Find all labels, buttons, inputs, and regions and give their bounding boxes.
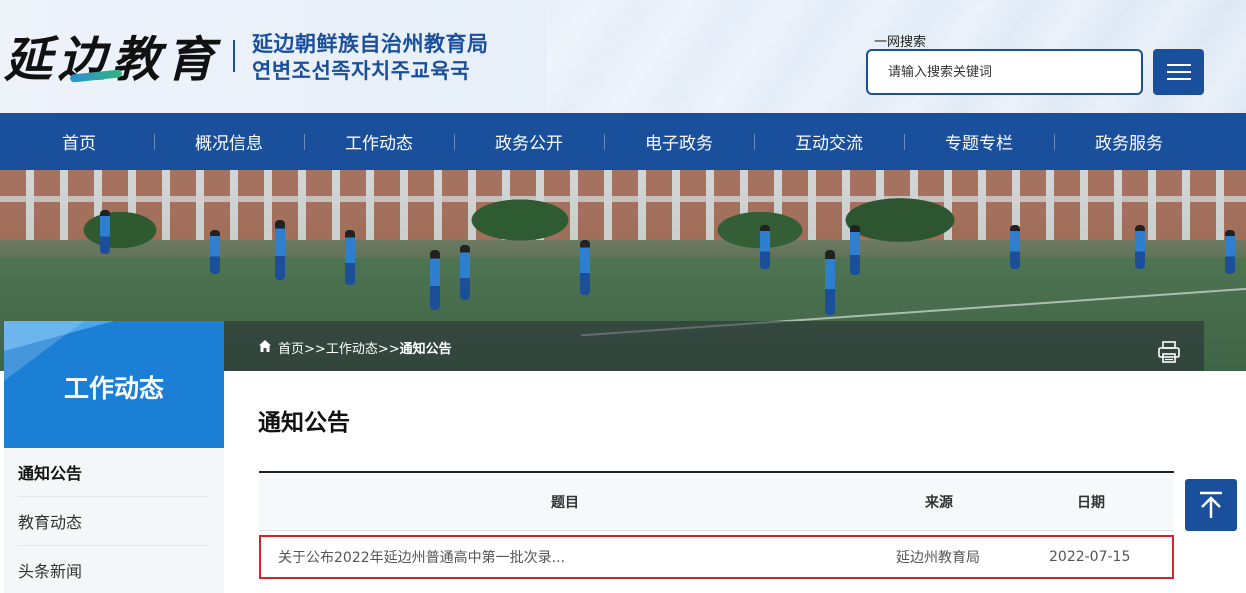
breadcrumb-separator: >> [304, 342, 326, 357]
sidebar-header: 工作动态 [4, 321, 224, 448]
table-header: 题目 来源 日期 [259, 471, 1174, 531]
banner-figure [430, 250, 440, 310]
sidebar-item-education-news[interactable]: 教育动态 [18, 497, 208, 546]
logo-divider [233, 40, 235, 72]
banner-figure [275, 220, 285, 280]
nav-item-gov-services[interactable]: 政务服务 [1054, 113, 1204, 170]
banner-figure [1225, 230, 1235, 274]
search-input[interactable] [868, 51, 1141, 93]
nav-item-special-topics[interactable]: 专题专栏 [904, 113, 1054, 170]
search-box [866, 49, 1143, 95]
banner-trees [0, 190, 1246, 260]
table-row[interactable]: 关于公布2022年延边州普通高中第一批次录... 延边州教育局 2022-07-… [259, 535, 1174, 579]
column-header-date: 日期 [1077, 495, 1105, 511]
nav-item-gov-affairs-open[interactable]: 政务公开 [454, 113, 604, 170]
row-title-link[interactable]: 关于公布2022年延边州普通高中第一批次录... [278, 537, 565, 577]
nav-item-home[interactable]: 首页 [4, 113, 154, 170]
row-date: 2022-07-15 [1049, 549, 1131, 565]
column-header-source: 来源 [925, 495, 953, 511]
banner-figure [100, 210, 110, 254]
banner-figure [1135, 225, 1145, 269]
row-source: 延边州教育局 [896, 550, 980, 566]
nav-item-e-gov[interactable]: 电子政务 [604, 113, 754, 170]
logo-calligraphy-text: 延边教育 [4, 32, 221, 88]
banner-figure [760, 225, 770, 269]
breadcrumb-section[interactable]: 工作动态 [326, 342, 378, 357]
breadcrumb-separator: >> [377, 342, 400, 357]
menu-button[interactable] [1153, 49, 1204, 95]
home-icon[interactable] [258, 339, 272, 353]
breadcrumb-home[interactable]: 首页 [278, 342, 304, 357]
sidebar-title: 工作动态 [63, 374, 164, 403]
sidebar-menu: 通知公告 教育动态 头条新闻 [4, 448, 224, 593]
nav-item-interaction[interactable]: 互动交流 [754, 113, 904, 170]
search-label: 一网搜索 [874, 35, 927, 50]
sidebar-item-headlines[interactable]: 头条新闻 [18, 546, 208, 593]
org-name-chinese: 延边朝鲜族自治州教育局 [252, 32, 489, 56]
hamburger-icon-line [1166, 71, 1191, 73]
site-logo[interactable]: 延边教育 [4, 20, 220, 90]
site-header: 延边教育 延边朝鲜族自治州教育局 연변조선족자치주교육국 一网搜索 [0, 0, 1246, 113]
org-name-korean: 연변조선족자치주교육국 [252, 59, 471, 83]
banner-figure [580, 240, 590, 295]
sidebar-item-notices[interactable]: 通知公告 [18, 448, 208, 497]
column-header-title: 题目 [551, 495, 579, 511]
hamburger-icon [1166, 64, 1191, 66]
arrow-up-icon [1200, 491, 1222, 518]
main-nav: 首页 概况信息 工作动态 政务公开 电子政务 互动交流 专题专栏 政务服务 [0, 113, 1246, 170]
banner-figure [850, 225, 860, 275]
back-to-top-button[interactable] [1185, 479, 1237, 531]
page-title: 通知公告 [258, 410, 350, 436]
breadcrumb-current: 通知公告 [399, 342, 452, 357]
print-icon[interactable] [1157, 340, 1181, 364]
banner-figure [345, 230, 355, 285]
breadcrumb: 首页>>工作动态>>通知公告 [278, 338, 452, 357]
nav-item-overview[interactable]: 概况信息 [154, 113, 304, 170]
banner-figure [210, 230, 220, 274]
banner-figure [825, 250, 835, 315]
notice-table: 题目 来源 日期 关于公布2022年延边州普通高中第一批次录... 延边州教育局… [259, 471, 1174, 579]
nav-item-work-news[interactable]: 工作动态 [304, 113, 454, 170]
banner-figure [1010, 225, 1020, 269]
banner-figure [460, 245, 470, 300]
hamburger-icon-line [1166, 78, 1191, 80]
